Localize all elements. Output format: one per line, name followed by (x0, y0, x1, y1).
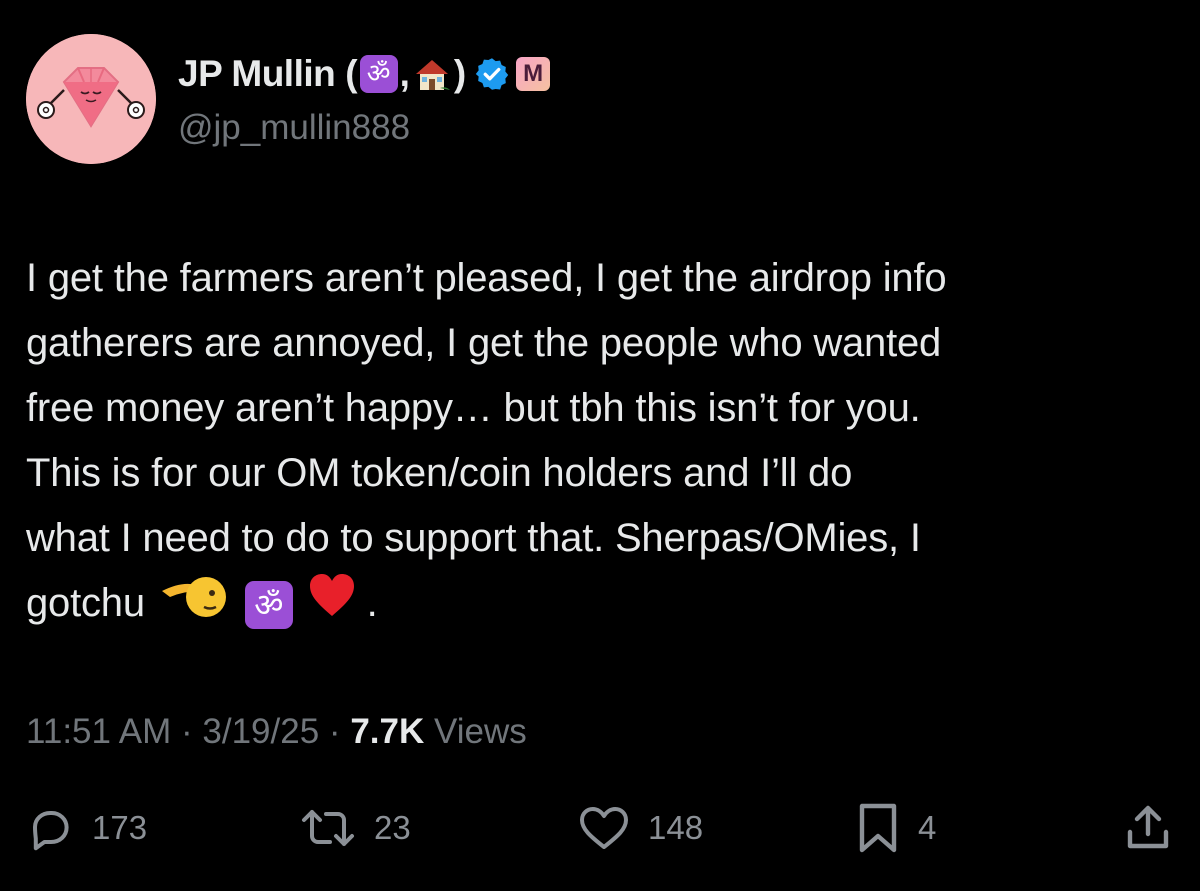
om-emoji-icon: ॐ (359, 55, 398, 93)
reply-count: 173 (92, 809, 148, 846)
tweet-date[interactable]: 3/19/25 (202, 712, 319, 751)
tweet-text-line: what I need to do to support that. Sherp… (26, 516, 921, 560)
meta-dot: · (328, 712, 341, 751)
avatar[interactable] (26, 34, 156, 164)
tweet-text-line: This is for our OM token/coin holders an… (26, 451, 853, 495)
tweet-text-last-line: gotchu ॐ . (26, 571, 1186, 639)
tweet-trailing-period: . (366, 581, 378, 625)
tweet-text-line: free money aren’t happy… but tbh this is… (26, 386, 921, 430)
tweet-text-line: gatherers are annoyed, I get the people … (26, 321, 942, 365)
repost-button[interactable]: 23 (300, 796, 411, 860)
reply-icon (33, 811, 69, 851)
verified-badge-icon[interactable] (474, 56, 510, 92)
views-count: 7.7K (350, 712, 425, 751)
meta-dot: · (181, 712, 193, 751)
tweet-meta: 11:51 AM · 3/19/25 · 7.7K Views (26, 712, 527, 752)
tweet-time[interactable]: 11:51 AM (26, 712, 171, 751)
share-icon (1127, 805, 1169, 849)
house-emoji-icon (412, 54, 452, 94)
red-heart-emoji-icon (308, 572, 356, 638)
like-button[interactable]: 148 (578, 796, 703, 860)
author-handle[interactable]: @jp_mullin888 (178, 108, 410, 148)
om-emoji-icon: ॐ (244, 581, 293, 630)
bookmark-icon (859, 803, 897, 853)
saluting-hand-emoji-icon (160, 571, 230, 639)
views-label: Views (433, 712, 527, 751)
display-name[interactable]: JP Mullin (178, 53, 336, 95)
tweet-text-line: gotchu (26, 581, 145, 625)
tweet-text-line: I get the farmers aren’t pleased, I get … (26, 256, 947, 300)
affiliate-badge-icon[interactable]: M (516, 57, 551, 91)
tweet: JP Mullin ( ॐ , ) M @jp_mullin888 I get (0, 0, 1200, 891)
name-open-paren: ( (345, 53, 358, 94)
name-separator: , (399, 53, 410, 94)
author-name-row[interactable]: JP Mullin ( ॐ , ) M (178, 52, 551, 96)
bookmark-count: 4 (918, 809, 937, 846)
name-close-paren: ) (453, 53, 467, 94)
action-bar: 173 23 148 4 (0, 796, 1200, 860)
tweet-text: I get the farmers aren’t pleased, I get … (26, 246, 1186, 639)
share-button[interactable] (1124, 796, 1172, 860)
like-count: 148 (648, 809, 704, 846)
repost-icon (302, 810, 354, 846)
repost-count: 23 (374, 809, 411, 846)
heart-icon (580, 807, 628, 849)
reply-button[interactable]: 173 (26, 796, 147, 860)
bookmark-button[interactable]: 4 (856, 796, 936, 860)
pink-diamond-avatar-icon (26, 34, 156, 164)
